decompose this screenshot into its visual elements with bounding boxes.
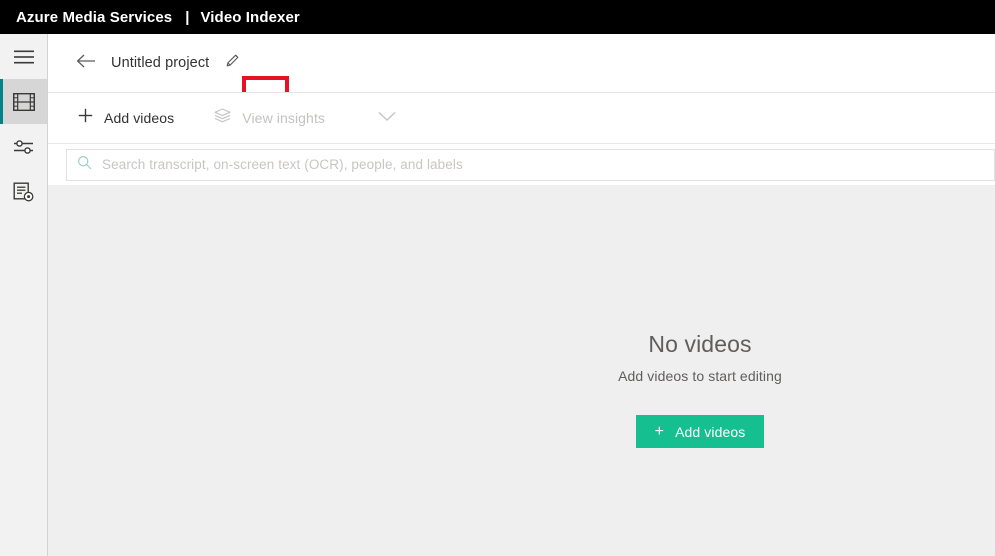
sidebar-item-customization[interactable] (0, 124, 47, 169)
pencil-icon (224, 52, 241, 74)
search-row: Search transcript, on-screen text (OCR),… (48, 144, 995, 185)
search-input[interactable]: Search transcript, on-screen text (OCR),… (66, 148, 995, 181)
sliders-icon (13, 138, 35, 156)
command-overflow-button[interactable] (371, 102, 403, 134)
search-icon (77, 155, 92, 175)
arrow-left-icon (76, 53, 96, 74)
command-bar: Add videos View insights (48, 92, 995, 144)
app-root: Azure Media Services | Video Indexer Unt… (0, 0, 995, 556)
global-header: Azure Media Services | Video Indexer (0, 0, 995, 34)
project-header: Untitled project (48, 34, 995, 122)
add-videos-button-label: Add videos (675, 423, 746, 440)
hamburger-menu-icon (13, 50, 34, 64)
empty-state: No videos Add videos to start editing + … (48, 331, 995, 448)
product-title: Video Indexer (200, 8, 300, 26)
document-settings-icon (13, 182, 35, 202)
brand-title: Azure Media Services (16, 8, 173, 26)
empty-state-title: No videos (648, 331, 752, 357)
add-videos-command-label: Add videos (104, 110, 175, 126)
view-insights-command-label: View insights (242, 110, 326, 126)
sidebar (0, 34, 48, 556)
sidebar-item-menu[interactable] (0, 34, 47, 79)
layers-icon (214, 108, 231, 128)
project-title: Untitled project (111, 55, 210, 71)
edit-project-name-button[interactable] (211, 42, 253, 84)
add-videos-command[interactable]: Add videos (68, 98, 184, 138)
plus-icon (78, 108, 93, 128)
film-strip-icon (12, 92, 35, 111)
brand-separator: | (185, 8, 190, 26)
content-area: No videos Add videos to start editing + … (48, 185, 995, 556)
search-placeholder: Search transcript, on-screen text (OCR),… (102, 157, 463, 172)
plus-icon: + (654, 422, 665, 440)
empty-state-subtitle: Add videos to start editing (618, 368, 782, 384)
chevron-down-icon (378, 109, 396, 127)
add-videos-button[interactable]: + Add videos (635, 415, 765, 448)
sidebar-item-report[interactable] (0, 169, 47, 214)
back-button[interactable] (75, 52, 97, 74)
view-insights-command[interactable]: View insights (204, 98, 335, 138)
sidebar-item-media[interactable] (0, 79, 47, 124)
